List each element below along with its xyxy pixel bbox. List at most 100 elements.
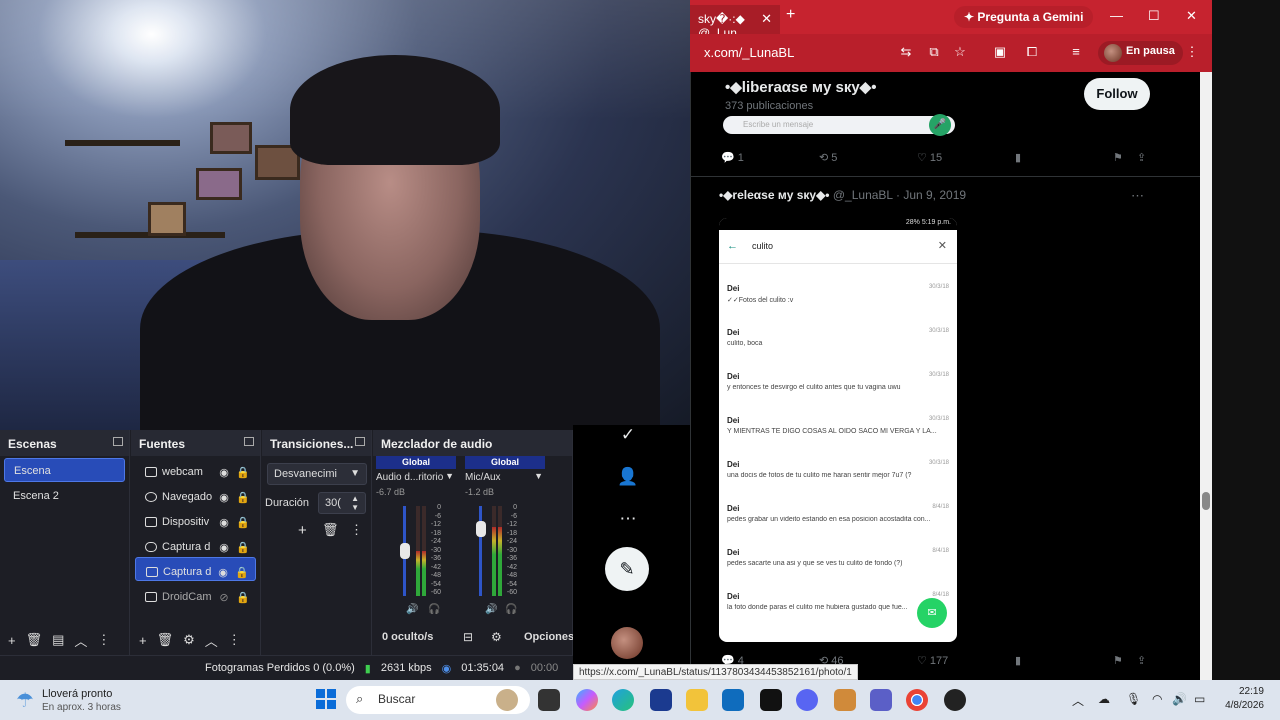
more-icon[interactable]: ⋯: [617, 509, 639, 531]
extensions-icon[interactable]: ⧠: [1024, 44, 1040, 60]
volume-knob[interactable]: [400, 543, 410, 560]
verified-icon[interactable]: ✓: [617, 425, 639, 447]
stepper-icon[interactable]: ▲ ▼: [351, 494, 359, 512]
source-item[interactable]: Navegado ◉ 🔒: [135, 482, 256, 506]
eye-icon[interactable]: ◉: [217, 516, 231, 529]
volume-icon[interactable]: 🔊: [1172, 692, 1187, 706]
layout-icon[interactable]: ⊟: [463, 630, 473, 644]
scene-item[interactable]: Escena 2: [4, 484, 125, 508]
share-icon[interactable]: ⇪: [1137, 654, 1146, 667]
trash-icon[interactable]: 🗑: [157, 632, 174, 648]
gemini-button[interactable]: ✦ Pregunta a Gemini: [954, 6, 1094, 28]
speaker-icon[interactable]: 🔊: [406, 604, 418, 615]
eye-icon[interactable]: ◉: [217, 466, 231, 479]
more-icon[interactable]: ⋯: [1131, 188, 1144, 204]
eye-icon[interactable]: ◉: [217, 541, 231, 554]
teams-icon[interactable]: [870, 689, 892, 711]
mic-icon[interactable]: 🎙: [1126, 692, 1141, 706]
add-icon[interactable]: +: [8, 633, 16, 648]
views-icon[interactable]: ▮: [1015, 151, 1021, 164]
bookmark-icon[interactable]: ⚑: [1113, 654, 1123, 667]
new-tab-icon[interactable]: +: [786, 6, 795, 24]
follow-button[interactable]: Follow: [1084, 78, 1150, 110]
obs-icon[interactable]: [944, 689, 966, 711]
gear-icon[interactable]: ⚙: [491, 630, 502, 644]
undock-icon[interactable]: [244, 437, 254, 446]
tab-active[interactable]: sky�·:◆ @_Lun ✕: [690, 5, 780, 40]
start-button[interactable]: [316, 689, 336, 709]
add-icon[interactable]: +: [298, 522, 307, 539]
eye-hidden-icon[interactable]: ⊘: [217, 591, 231, 604]
close-icon[interactable]: ✕: [1186, 8, 1197, 24]
headphones-icon[interactable]: 🎧: [428, 604, 440, 615]
translate-icon[interactable]: ⇆: [898, 44, 914, 60]
repost-button[interactable]: ⟲ 5: [819, 151, 837, 164]
headphones-icon[interactable]: 🎧: [505, 604, 517, 615]
duration-input[interactable]: 30(▲ ▼: [318, 492, 366, 514]
trash-icon[interactable]: 🗑: [322, 522, 339, 538]
avatar[interactable]: [611, 627, 643, 659]
chevron-down-icon[interactable]: ▼: [534, 471, 543, 481]
undock-icon[interactable]: [355, 437, 365, 446]
more-icon[interactable]: ⋮: [97, 632, 110, 648]
more-icon[interactable]: ⋮: [228, 632, 241, 648]
more-icon[interactable]: ⋮: [350, 522, 363, 538]
terminal-icon[interactable]: [538, 689, 560, 711]
media-icon[interactable]: ≡: [1068, 44, 1084, 59]
trash-icon[interactable]: 🗑: [26, 632, 43, 648]
bookmark-icon[interactable]: ⚑: [1113, 151, 1123, 164]
scrollbar[interactable]: [1200, 72, 1212, 680]
live-icon[interactable]: [760, 689, 782, 711]
minimize-icon[interactable]: —: [1110, 8, 1123, 23]
wifi-icon[interactable]: ◠: [1152, 692, 1162, 706]
scrollbar-thumb[interactable]: [1202, 492, 1210, 510]
outlook-icon[interactable]: [722, 689, 744, 711]
post-image[interactable]: 28% 5:19 p.m. ← culito ✕ Dei 30/3/18 ✓✓Fotos…: [719, 218, 957, 642]
options-button[interactable]: Opciones: [524, 631, 574, 643]
game-icon[interactable]: [834, 689, 856, 711]
close-tab-icon[interactable]: ✕: [761, 11, 772, 27]
chrome-icon[interactable]: [906, 689, 928, 711]
url-field[interactable]: x.com/_LunaBL: [704, 45, 794, 60]
edge-icon[interactable]: [612, 689, 634, 711]
source-item[interactable]: webcam ◉ 🔒: [135, 457, 256, 481]
compose-button[interactable]: ✎: [605, 547, 649, 591]
volume-knob[interactable]: [476, 521, 486, 538]
source-item[interactable]: Captura d ◉ 🔒: [135, 532, 256, 556]
profile-icon[interactable]: 👤: [617, 467, 639, 489]
volume-slider[interactable]: [479, 506, 482, 596]
share-icon[interactable]: ⇪: [1137, 151, 1146, 164]
eye-icon[interactable]: ◉: [216, 566, 230, 579]
chevron-up-icon[interactable]: ︿: [74, 631, 87, 650]
scene-item[interactable]: Escena: [4, 458, 125, 482]
reply-button[interactable]: 💬 1: [721, 151, 744, 164]
speaker-icon[interactable]: 🔊: [485, 604, 497, 615]
owl-icon[interactable]: [496, 689, 518, 711]
lock-icon[interactable]: 🔒: [236, 516, 250, 529]
source-item[interactable]: DroidCam ⊘ 🔒: [135, 582, 256, 606]
add-icon[interactable]: +: [139, 633, 147, 648]
clock[interactable]: 22:19 4/8/2026: [1225, 685, 1264, 713]
chevron-down-icon[interactable]: ▼: [445, 471, 454, 481]
lock-icon[interactable]: 🔒: [236, 466, 250, 479]
views-icon[interactable]: ▮: [1015, 654, 1021, 667]
discord-icon[interactable]: [796, 689, 818, 711]
image-icon[interactable]: ▣: [992, 44, 1008, 60]
store-icon[interactable]: [650, 689, 672, 711]
like-button[interactable]: ♡ 177: [917, 654, 948, 667]
copilot-icon[interactable]: [576, 689, 598, 711]
install-icon[interactable]: ⧉: [926, 44, 942, 60]
filter-icon[interactable]: ▤: [52, 632, 64, 648]
undock-icon[interactable]: [113, 437, 123, 446]
eye-icon[interactable]: ◉: [217, 491, 231, 504]
battery-icon[interactable]: ▭: [1194, 692, 1205, 706]
network-app-icon[interactable]: ☁: [1098, 692, 1110, 706]
chevron-up-icon[interactable]: ︿: [1072, 692, 1084, 709]
folder-icon[interactable]: [686, 689, 708, 711]
source-item[interactable]: Captura d ◉ 🔒: [135, 557, 256, 581]
lock-icon[interactable]: 🔒: [235, 566, 249, 579]
lock-icon[interactable]: 🔒: [236, 541, 250, 554]
profile-button[interactable]: En pausa: [1098, 41, 1183, 65]
maximize-icon[interactable]: ☐: [1148, 8, 1160, 24]
like-button[interactable]: ♡ 15: [917, 151, 942, 164]
